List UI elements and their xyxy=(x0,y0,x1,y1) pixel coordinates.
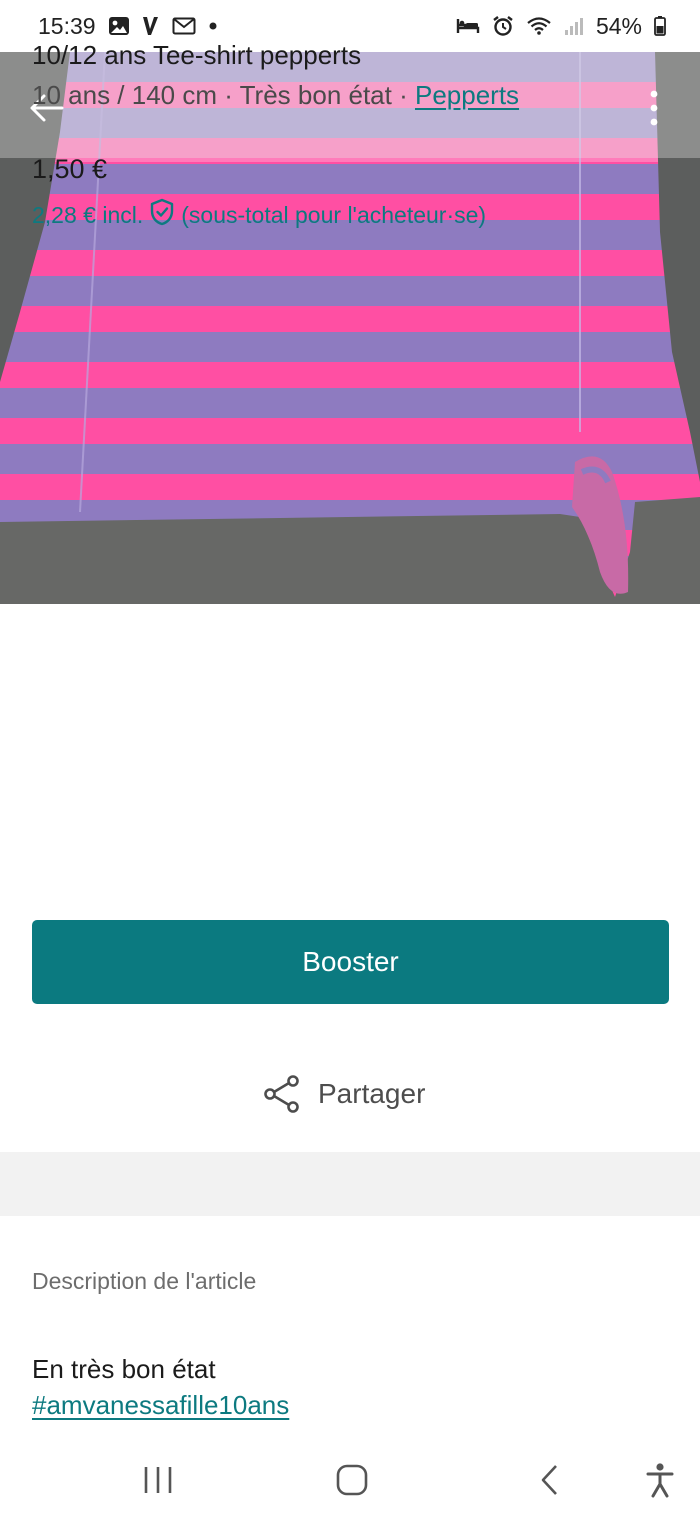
alarm-icon xyxy=(492,15,514,37)
separator: · xyxy=(391,80,415,110)
more-vertical-icon xyxy=(650,90,658,126)
item-price: 1,50 € xyxy=(32,154,108,184)
description-hashtag[interactable]: #amvanessafille10ans xyxy=(32,1390,289,1421)
status-left: 15:39 xyxy=(38,13,218,40)
item-details: 10 ans / 140 cm · Très bon état · Pepper… xyxy=(32,80,519,111)
description-text: En très bon état xyxy=(32,1354,216,1384)
wifi-icon xyxy=(526,16,552,36)
recent-apps-button[interactable] xyxy=(128,1450,188,1510)
battery-percent: 54% xyxy=(595,12,642,39)
item-size: 10 ans / 140 cm xyxy=(32,80,217,110)
chevron-left-icon xyxy=(541,1465,557,1495)
description-heading: Description de l'article xyxy=(32,1268,257,1294)
recent-apps-icon xyxy=(144,1467,172,1493)
mail-icon xyxy=(172,17,196,35)
system-nav-bar xyxy=(0,1440,700,1518)
share-icon xyxy=(264,1075,299,1113)
brand-link[interactable]: Pepperts xyxy=(415,80,519,110)
price-incl: 2,28 € incl. xyxy=(32,201,144,228)
booster-button[interactable]: Booster xyxy=(32,920,669,1004)
more-options-button[interactable] xyxy=(630,84,678,132)
signal-icon xyxy=(564,16,584,36)
accessibility-icon xyxy=(646,1463,674,1498)
v-app-icon xyxy=(142,15,160,37)
item-title: 10/12 ans Tee-shirt pepperts xyxy=(32,40,362,70)
system-back-button[interactable] xyxy=(520,1450,580,1510)
bed-icon xyxy=(456,17,480,35)
home-button[interactable] xyxy=(322,1450,382,1510)
section-divider xyxy=(0,1152,700,1216)
home-icon xyxy=(336,1464,368,1496)
dot-icon xyxy=(208,21,218,31)
price-incl-note: (sous-total pour l'acheteur·se) xyxy=(181,201,487,228)
battery-icon xyxy=(654,16,666,36)
separator: · xyxy=(217,80,240,110)
item-condition: Très bon état xyxy=(239,80,392,110)
product-photo[interactable] xyxy=(0,52,700,604)
share-button[interactable]: Partager xyxy=(262,1070,425,1118)
gallery-icon xyxy=(108,16,130,36)
accessibility-button[interactable] xyxy=(630,1450,690,1510)
share-label: Partager xyxy=(318,1078,426,1109)
buyer-price-info[interactable]: 2,28 € incl. (sous-total pour l'acheteur… xyxy=(32,198,486,232)
status-right: 54% xyxy=(456,13,666,40)
status-time: 15:39 xyxy=(38,12,96,39)
shield-check-icon xyxy=(149,198,175,232)
